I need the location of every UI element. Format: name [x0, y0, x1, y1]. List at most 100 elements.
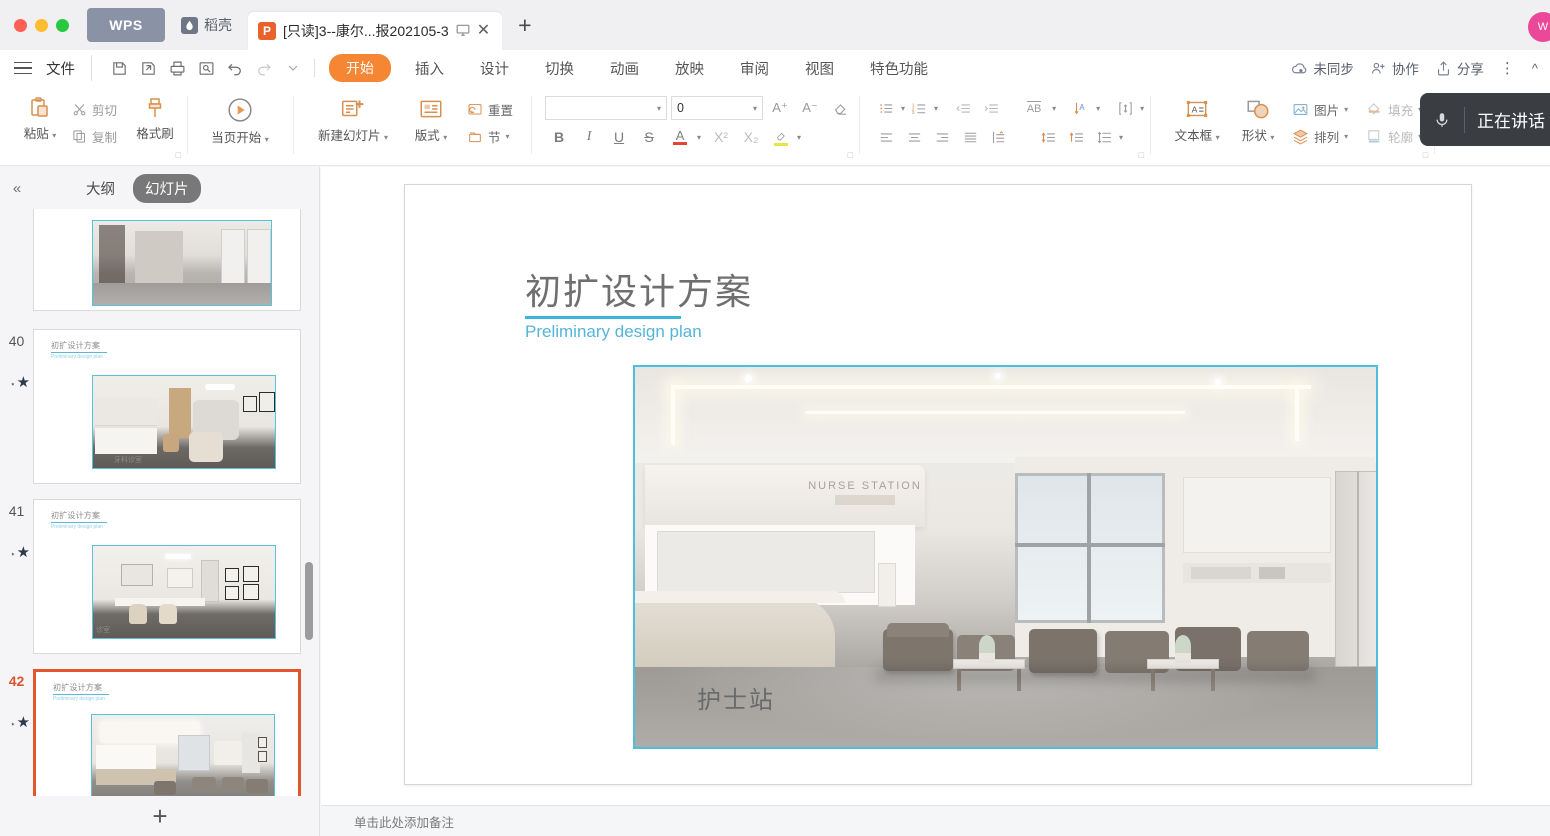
bullet-list-icon[interactable]: [873, 96, 900, 120]
ribbon-tab-transition[interactable]: 切换: [527, 58, 592, 79]
chevron-down-icon[interactable]: ▾: [506, 132, 510, 141]
chevron-down-icon[interactable]: ▾: [697, 133, 701, 142]
current-slide[interactable]: 初扩设计方案 Preliminary design plan: [404, 184, 1472, 785]
save-as-icon[interactable]: [135, 55, 161, 81]
superscript-button[interactable]: X²: [707, 125, 735, 149]
picture-button[interactable]: 图片 ▾: [1286, 97, 1354, 122]
speaking-indicator-overlay[interactable]: 正在讲话: [1420, 93, 1550, 146]
align-text-vertical-icon[interactable]: A: [1068, 96, 1095, 120]
clipboard-dialog-launcher[interactable]: □: [176, 150, 181, 160]
tab-outline[interactable]: 大纲: [74, 174, 127, 203]
subscript-button[interactable]: X₂: [737, 125, 765, 149]
list-item[interactable]: 41 ⋆★ 初扩设计方案 Preliminary design plan: [0, 499, 320, 654]
tab-slides[interactable]: 幻灯片: [133, 174, 201, 203]
outline-button[interactable]: 轮廓 ▾: [1360, 124, 1428, 149]
share-button[interactable]: 分享: [1435, 58, 1484, 78]
minimize-window-button[interactable]: [35, 19, 48, 32]
document-tab[interactable]: P [只读]3--康尔...报202105-3 ✕: [248, 12, 502, 50]
ribbon-tab-design[interactable]: 设计: [462, 58, 527, 79]
redo-icon[interactable]: [251, 55, 277, 81]
thumbnail-card[interactable]: [33, 209, 301, 311]
chevron-down-icon[interactable]: ▾: [265, 135, 269, 144]
ribbon-tab-animation[interactable]: 动画: [592, 58, 657, 79]
ribbon-tab-features[interactable]: 特色功能: [852, 58, 946, 79]
paste-button[interactable]: 粘贴 ▾: [14, 90, 66, 142]
strikethrough-button[interactable]: S: [635, 125, 663, 149]
microphone-icon[interactable]: [1420, 111, 1464, 129]
sync-status-button[interactable]: 未同步: [1291, 58, 1354, 78]
highlight-button[interactable]: [767, 125, 795, 149]
start-from-current-button[interactable]: 当页开始 ▾: [205, 90, 275, 146]
vertical-scrollbar[interactable]: [305, 562, 313, 640]
thumbnail-list[interactable]: 40 ⋆★ 初扩设计方案 Preliminary design plan: [0, 209, 320, 796]
new-slide-button[interactable]: 新建幻灯片 ▾: [305, 90, 401, 144]
print-icon[interactable]: [164, 55, 190, 81]
ribbon-tab-slideshow[interactable]: 放映: [657, 58, 722, 79]
ribbon-tab-start[interactable]: 开始: [329, 54, 391, 82]
collaborate-button[interactable]: 协作: [1370, 58, 1419, 78]
decrease-indent-icon[interactable]: [950, 96, 977, 120]
decrease-line-space-icon[interactable]: [1035, 125, 1062, 149]
list-item[interactable]: 42 ⋆★ 初扩设计方案 Preliminary design plan: [0, 669, 320, 796]
format-painter-button[interactable]: 格式刷: [129, 90, 181, 142]
close-window-button[interactable]: [14, 19, 27, 32]
align-left-icon[interactable]: [873, 125, 900, 149]
star-icon[interactable]: ⋆★: [10, 543, 30, 561]
chevron-down-icon[interactable]: ▾: [657, 104, 661, 113]
more-vertical-icon[interactable]: ⋮: [1500, 59, 1516, 77]
ribbon-tab-view[interactable]: 视图: [787, 58, 852, 79]
chevron-down-icon[interactable]: ▾: [1344, 105, 1348, 114]
save-icon[interactable]: [106, 55, 132, 81]
font-dialog-launcher[interactable]: □: [848, 150, 853, 160]
chevron-down-icon[interactable]: ▾: [1344, 132, 1348, 141]
chevron-down-icon[interactable]: ▾: [1096, 104, 1100, 113]
slide-editing-area[interactable]: 初扩设计方案 Preliminary design plan: [321, 167, 1550, 805]
maximize-window-button[interactable]: [56, 19, 69, 32]
star-icon[interactable]: ⋆★: [10, 713, 30, 731]
chevron-down-icon[interactable]: ▾: [443, 133, 447, 142]
ribbon-tab-insert[interactable]: 插入: [397, 58, 462, 79]
thumbnail-card-selected[interactable]: 初扩设计方案 Preliminary design plan: [33, 669, 301, 796]
cut-button[interactable]: 剪切: [66, 97, 123, 122]
present-screen-icon[interactable]: [456, 23, 470, 40]
shrink-font-icon[interactable]: A⁻: [797, 96, 823, 120]
add-slide-button[interactable]: +: [0, 796, 320, 836]
clear-format-icon[interactable]: [827, 96, 853, 120]
distribute-icon[interactable]: [985, 125, 1012, 149]
star-icon[interactable]: ⋆★: [10, 373, 30, 391]
textbox-button[interactable]: A 文本框 ▾: [1164, 90, 1230, 144]
arrange-button[interactable]: 排列 ▾: [1286, 124, 1354, 149]
notes-pane[interactable]: 单击此处添加备注: [321, 805, 1550, 836]
underline-button[interactable]: U: [605, 125, 633, 149]
align-center-icon[interactable]: [901, 125, 928, 149]
chevron-down-icon[interactable]: ▾: [1140, 104, 1144, 113]
chevron-down-icon[interactable]: ▾: [1052, 104, 1056, 113]
increase-line-space-icon[interactable]: [1063, 125, 1090, 149]
columns-icon[interactable]: [1112, 96, 1139, 120]
ribbon-tab-review[interactable]: 审阅: [722, 58, 787, 79]
slide-subtitle[interactable]: Preliminary design plan: [525, 321, 705, 344]
slide-photo[interactable]: NURSE STATION: [633, 365, 1378, 749]
hamburger-icon[interactable]: [14, 62, 32, 75]
new-tab-button[interactable]: +: [518, 14, 531, 37]
drawing-dialog-launcher[interactable]: □: [1423, 150, 1428, 160]
font-name-input[interactable]: ▾: [545, 96, 667, 120]
section-button[interactable]: 节 ▾: [461, 124, 519, 149]
daoke-tab[interactable]: 稻壳: [181, 15, 232, 35]
font-size-input[interactable]: 0 ▾: [671, 96, 763, 120]
numbered-list-icon[interactable]: 123: [906, 96, 933, 120]
shapes-button[interactable]: 形状 ▾: [1230, 90, 1286, 144]
reset-button[interactable]: 重置: [461, 97, 519, 122]
avatar[interactable]: W: [1528, 12, 1550, 42]
file-menu[interactable]: 文件: [46, 58, 75, 79]
paragraph-dialog-launcher[interactable]: □: [1139, 150, 1144, 160]
font-color-button[interactable]: A: [665, 125, 695, 149]
list-item[interactable]: 40 ⋆★ 初扩设计方案 Preliminary design plan: [0, 329, 320, 484]
layout-button[interactable]: 版式 ▾: [401, 90, 461, 144]
italic-button[interactable]: I: [575, 125, 603, 149]
close-tab-icon[interactable]: ✕: [477, 23, 490, 39]
text-direction-icon[interactable]: AB: [1017, 96, 1051, 120]
line-spacing-icon[interactable]: [1091, 125, 1118, 149]
print-preview-icon[interactable]: [193, 55, 219, 81]
undo-icon[interactable]: [222, 55, 248, 81]
